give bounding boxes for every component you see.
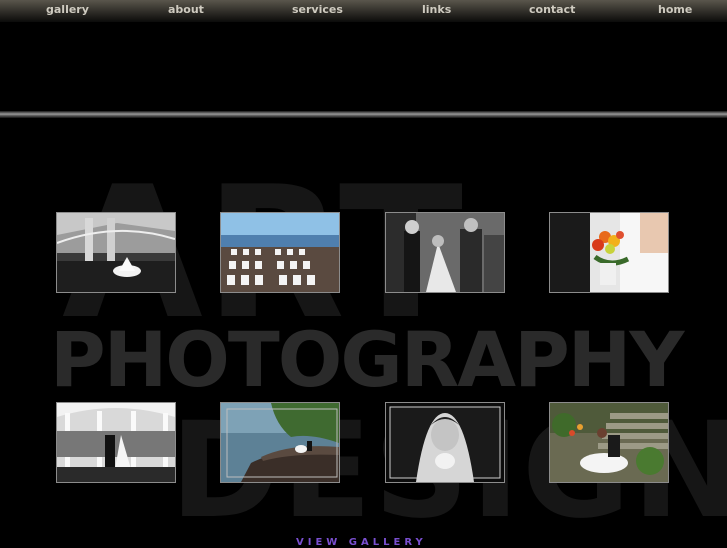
nav-links[interactable]: links [422,3,451,16]
view-gallery-link[interactable]: VIEW GALLERY [296,537,427,548]
photo-bride-bridge [57,213,175,292]
photo-lakeshore [221,403,339,482]
gallery-thumb-lakeshore[interactable] [220,402,340,483]
header-divider-band [0,111,727,118]
gallery-thumb-bride-portrait[interactable] [385,402,505,483]
nav-home[interactable]: home [658,3,692,16]
nav-contact[interactable]: contact [529,3,575,16]
photo-garden-steps [550,403,668,482]
nav-services[interactable]: services [292,3,343,16]
photo-ceremony-chairs [221,213,339,292]
gallery-thumb-gazebo[interactable] [56,402,176,483]
photo-bride-portrait [386,403,504,482]
photo-bouquet [550,213,668,292]
watermark-photography: PHOTOGRAPHY [50,315,684,404]
gallery-thumb-ceremony-chairs[interactable] [220,212,340,293]
nav-about[interactable]: about [168,3,204,16]
nav-gallery[interactable]: gallery [46,3,89,16]
gallery-thumb-ceremony-vows[interactable] [385,212,505,293]
top-nav-bar: gallery about services links contact hom… [0,0,727,22]
gallery-thumb-bouquet[interactable] [549,212,669,293]
gallery-thumb-bride-bridge[interactable] [56,212,176,293]
photo-gazebo [57,403,175,482]
gallery-thumb-garden-steps[interactable] [549,402,669,483]
photo-ceremony-vows [386,213,504,292]
